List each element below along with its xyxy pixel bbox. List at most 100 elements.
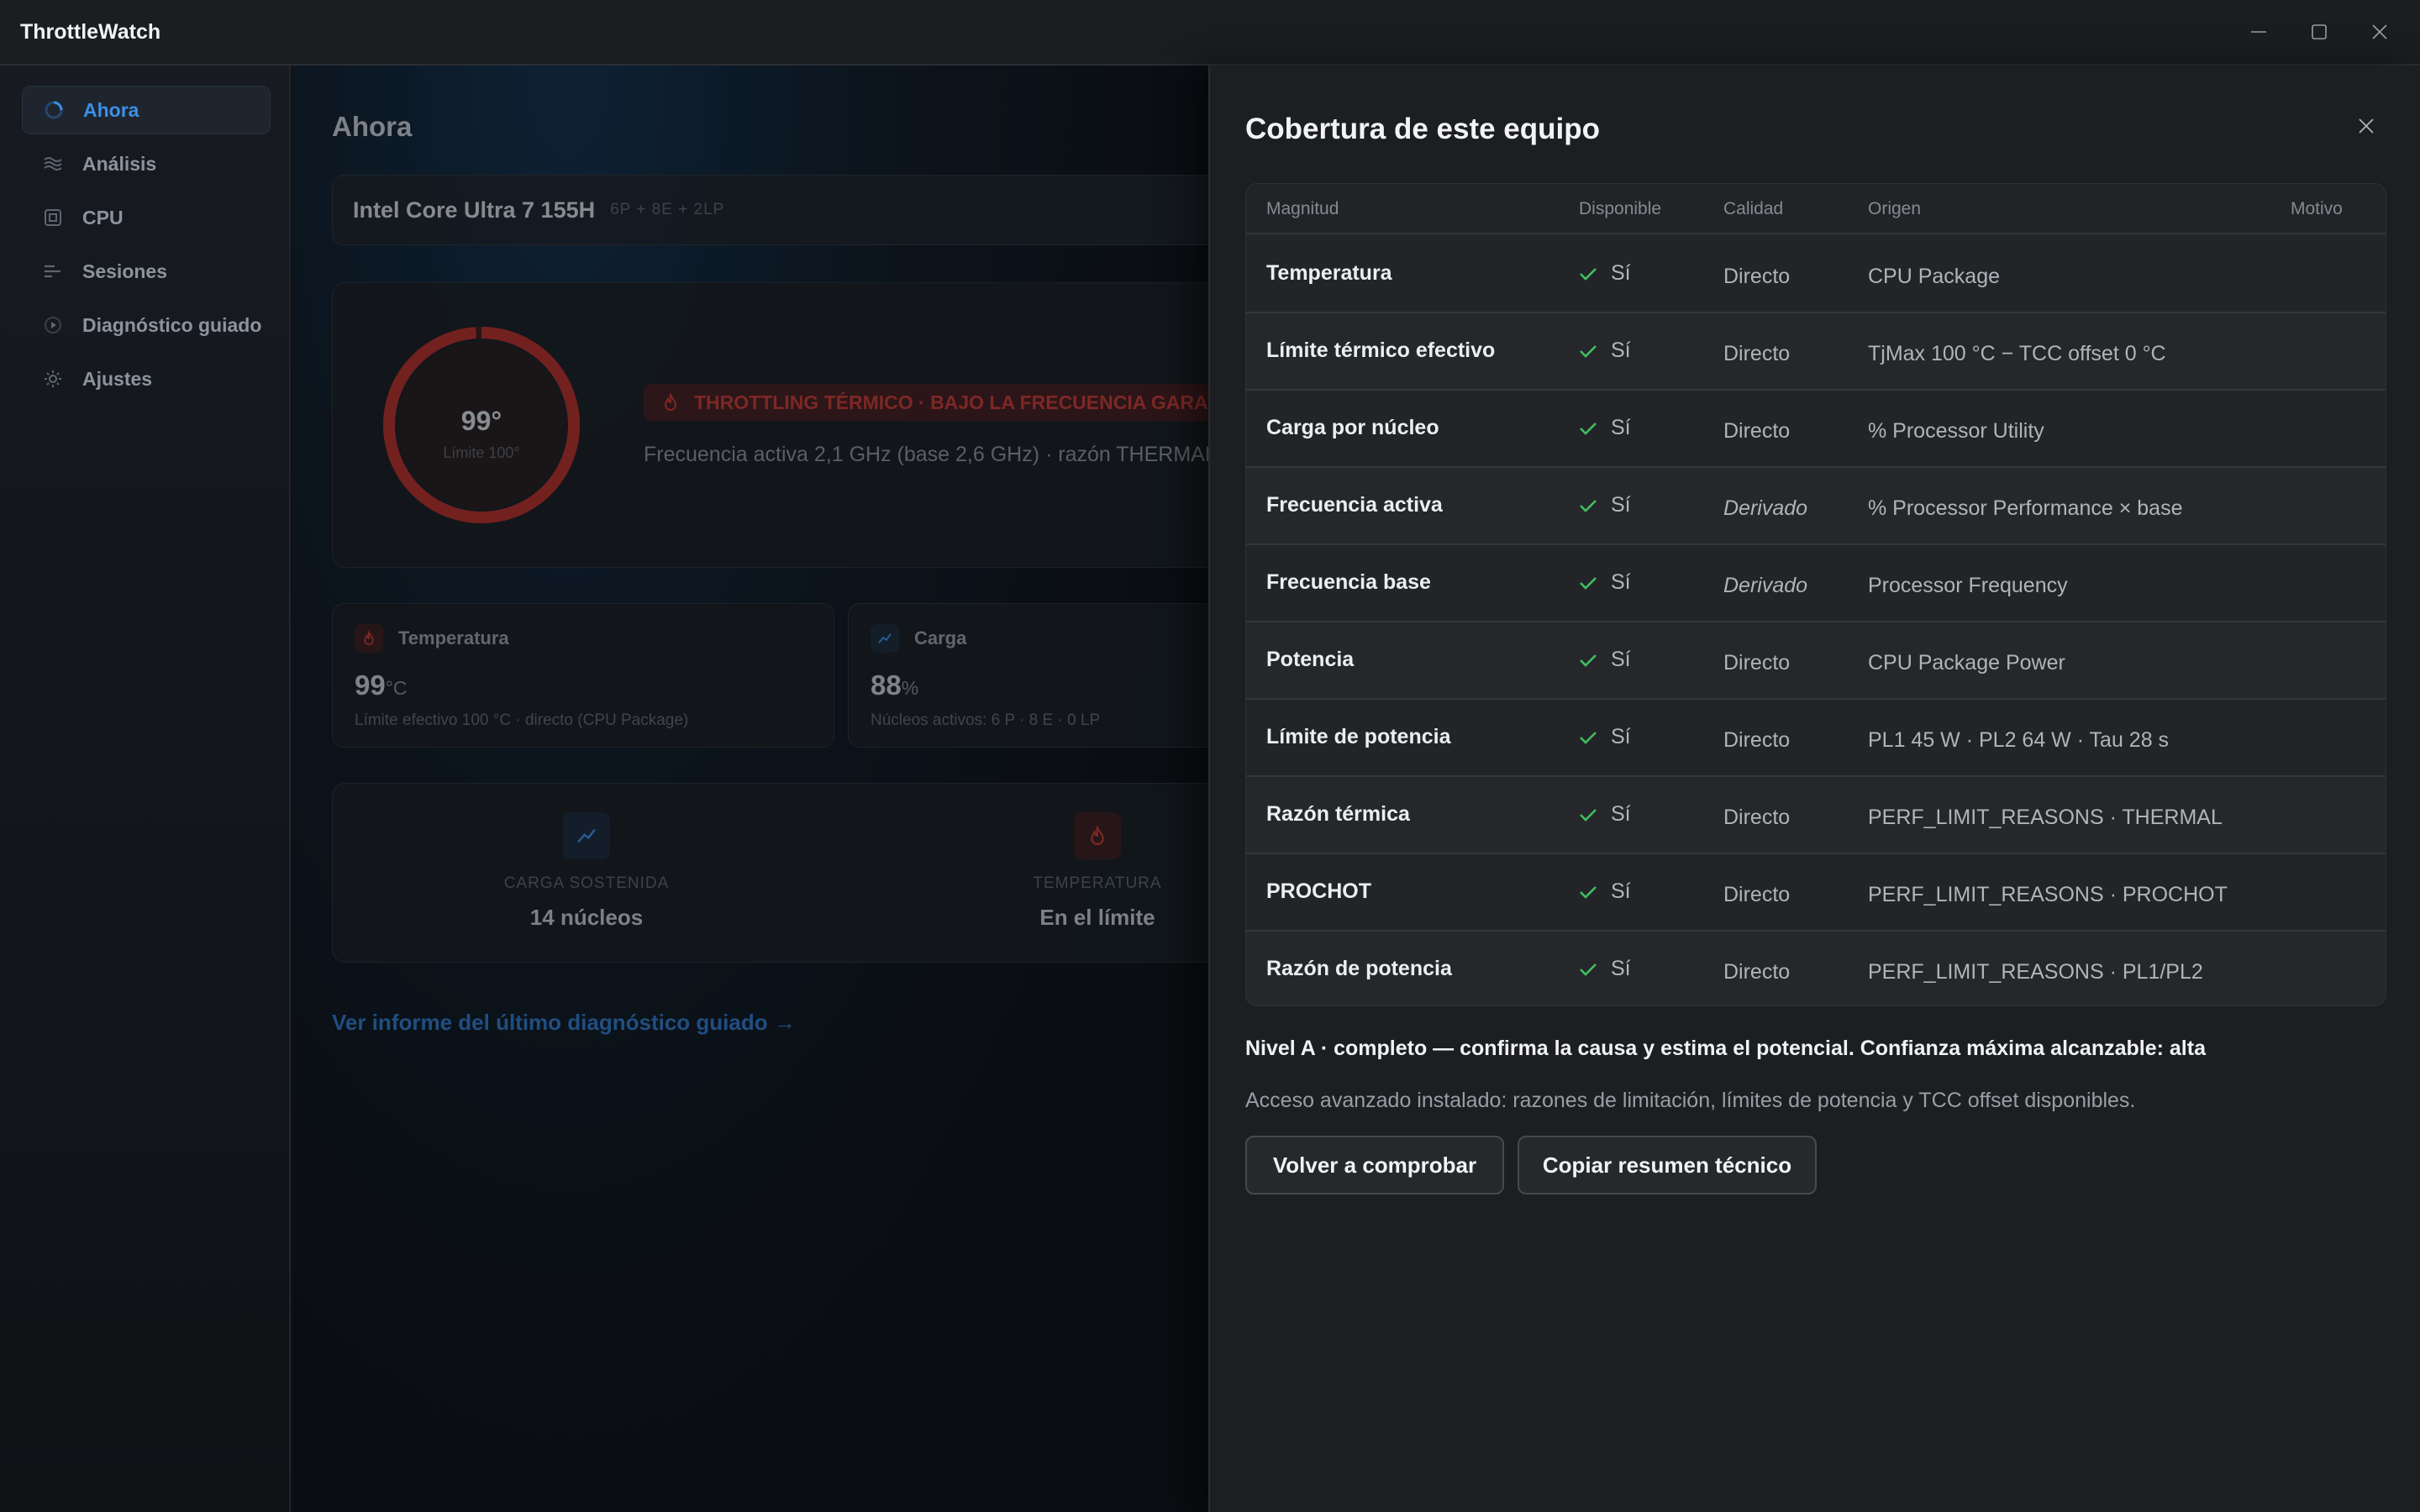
check-icon: [1580, 808, 1597, 822]
sidebar-item-label: CPU: [82, 206, 124, 228]
cell-calidad: Directo: [1723, 419, 1791, 443]
table-row: Frecuencia base Sí Derivado Processor Frequ…: [1246, 545, 2386, 622]
cell-magnitud: Razón de potencia: [1266, 957, 1452, 980]
cell-origen: PERF_LIMIT_REASONS · PROCHOT: [1868, 883, 2228, 906]
main-content: Ahora Intel Core Ultra 7 155H 6P + 8E + …: [292, 66, 1210, 1512]
cell-disponible: Sí: [1579, 802, 1631, 827]
cell-magnitud: Potencia: [1266, 648, 1355, 671]
metric-subtitle: Núcleos activos: 6 P · 8 E · 0 LP: [871, 711, 1101, 729]
cell-disponible: Sí: [1579, 416, 1631, 440]
cell-disponible: Sí: [1579, 648, 1631, 672]
table-row: Temperatura Sí Directo CPU Package: [1246, 236, 2386, 313]
cell-calidad: Directo: [1723, 960, 1791, 984]
sidebar-item-analisis[interactable]: Análisis: [22, 139, 271, 188]
cell-disponible: Sí: [1579, 957, 1631, 981]
table-row: Límite de potencia Sí Directo PL1 45 W · PL…: [1246, 700, 2386, 777]
throttling-badge-text: THROTTLING TÉRMICO · BAJO LA FRECUENCIA …: [694, 391, 1210, 413]
cell-origen: % Processor Utility: [1868, 419, 2044, 443]
metric-card-temperature: Temperatura 99°C Límite efectivo 100 °C …: [332, 603, 834, 748]
cell-calidad: Directo: [1723, 728, 1791, 752]
recheck-button[interactable]: Volver a comprobar: [1245, 1136, 1504, 1194]
last-diagnosis-report-link[interactable]: Ver informe del último diagnóstico guiad…: [332, 1010, 796, 1036]
maximize-button[interactable]: [2289, 0, 2349, 64]
maximize-icon: [2312, 24, 2327, 39]
sidebar-item-label: Análisis: [82, 152, 157, 175]
sun-gear-icon: [40, 366, 66, 391]
cell-magnitud: Carga por núcleo: [1266, 416, 1439, 439]
trend-icon: [871, 624, 899, 653]
cell-origen: TjMax 100 °C − TCC offset 0 °C: [1868, 342, 2166, 365]
drawer-title: Cobertura de este equipo: [1245, 113, 1601, 145]
cell-origen: % Processor Performance × base: [1868, 496, 2183, 520]
summary-label: TEMPERATURA: [1033, 874, 1162, 892]
cell-disponible: Sí: [1579, 879, 1631, 904]
table-row: PROCHOT Sí Directo PERF_LIMIT_REASONS · PRO…: [1246, 854, 2386, 932]
sidebar-item-ahora[interactable]: Ahora: [22, 86, 271, 134]
cell-disponible: Sí: [1579, 493, 1631, 517]
sidebar-item-sesiones[interactable]: Sesiones: [22, 247, 271, 296]
sidebar-item-diagnostico[interactable]: Diagnóstico guiado: [22, 301, 271, 349]
summary-card: CARGA SOSTENIDA 14 núcleos TEMPERATURA E…: [332, 783, 1210, 963]
cell-magnitud: Temperatura: [1266, 261, 1392, 285]
coverage-level: Nivel A · completo — confirma la causa y…: [1245, 1037, 2206, 1060]
cell-calidad: Derivado: [1723, 496, 1808, 520]
cpu-core-config: 6P + 8E + 2LP: [610, 201, 725, 218]
cell-magnitud: Límite de potencia: [1266, 725, 1451, 748]
sidebar-item-cpu[interactable]: CPU: [22, 193, 271, 242]
metric-card-load: Carga 88% Núcleos activos: 6 P · 8 E · 0…: [848, 603, 1210, 748]
summary-sustained-load: CARGA SOSTENIDA 14 núcleos: [418, 784, 755, 931]
loading-ring-icon: [41, 97, 66, 123]
cell-disponible: Sí: [1579, 725, 1631, 749]
app-title: ThrottleWatch: [20, 19, 161, 44]
cell-disponible: Sí: [1579, 261, 1631, 286]
cell-calidad: Directo: [1723, 265, 1791, 288]
gauge-limit: Límite 100°: [443, 444, 520, 461]
waves-icon: [40, 151, 66, 176]
summary-temperature: TEMPERATURA En el límite: [929, 784, 1210, 931]
cell-origen: Processor Frequency: [1868, 574, 2068, 597]
summary-label: CARGA SOSTENIDA: [503, 874, 670, 892]
cell-origen: PERF_LIMIT_REASONS · PL1/PL2: [1868, 960, 2203, 984]
cpu-name: Intel Core Ultra 7 155H: [353, 197, 596, 223]
cell-calidad: Directo: [1723, 806, 1791, 829]
check-icon: [1580, 576, 1597, 590]
cell-magnitud: Razón térmica: [1266, 802, 1410, 826]
sidebar-item-label: Ahora: [83, 98, 139, 121]
cpu-selector[interactable]: Intel Core Ultra 7 155H 6P + 8E + 2LP: [332, 175, 1210, 245]
cell-disponible: Sí: [1579, 570, 1631, 595]
sidebar-item-label: Ajustes: [82, 367, 153, 390]
column-header-disponible: Disponible: [1579, 199, 1662, 218]
table-row: Límite térmico efectivo Sí Directo TjMax 10…: [1246, 313, 2386, 391]
flame-icon: [355, 624, 383, 653]
summary-value: En el límite: [1039, 905, 1155, 930]
throttling-badge: THROTTLING TÉRMICO · BAJO LA FRECUENCIA …: [644, 384, 1210, 421]
table-row: Razón térmica Sí Directo PERF_LIMIT_REASONS…: [1246, 777, 2386, 854]
cell-magnitud: Frecuencia base: [1266, 570, 1431, 594]
check-icon: [1580, 422, 1597, 435]
sidebar-item-ajustes[interactable]: Ajustes: [22, 354, 271, 403]
cell-calidad: Directo: [1723, 342, 1791, 365]
cell-calidad: Directo: [1723, 651, 1791, 675]
close-icon: [2359, 118, 2374, 134]
close-icon: [2372, 24, 2387, 39]
sidebar-item-label: Sesiones: [82, 260, 167, 282]
check-icon: [1580, 654, 1597, 667]
cell-origen: CPU Package: [1868, 265, 2001, 288]
metric-value: 88%: [871, 669, 919, 701]
metric-title: Carga: [914, 627, 967, 648]
copy-summary-button[interactable]: Copiar resumen técnico: [1518, 1136, 1817, 1194]
check-icon: [1580, 885, 1597, 899]
coverage-drawer: Cobertura de este equipo Magnitud Dispon…: [1208, 66, 2420, 1512]
flame-icon: [664, 393, 677, 411]
minimize-button[interactable]: [2228, 0, 2289, 64]
access-status: Acceso avanzado instalado: razones de li…: [1245, 1089, 2136, 1112]
page-title: Ahora: [332, 111, 413, 142]
check-icon: [1580, 963, 1597, 976]
trend-icon: [563, 812, 610, 859]
metric-value: 99°C: [355, 669, 408, 701]
table-row: Frecuencia activa Sí Derivado % Processor P…: [1246, 468, 2386, 545]
cell-magnitud: Límite térmico efectivo: [1266, 339, 1496, 362]
drawer-close-button[interactable]: [2348, 108, 2385, 144]
play-circle-icon: [40, 312, 66, 338]
close-window-button[interactable]: [2349, 0, 2410, 64]
